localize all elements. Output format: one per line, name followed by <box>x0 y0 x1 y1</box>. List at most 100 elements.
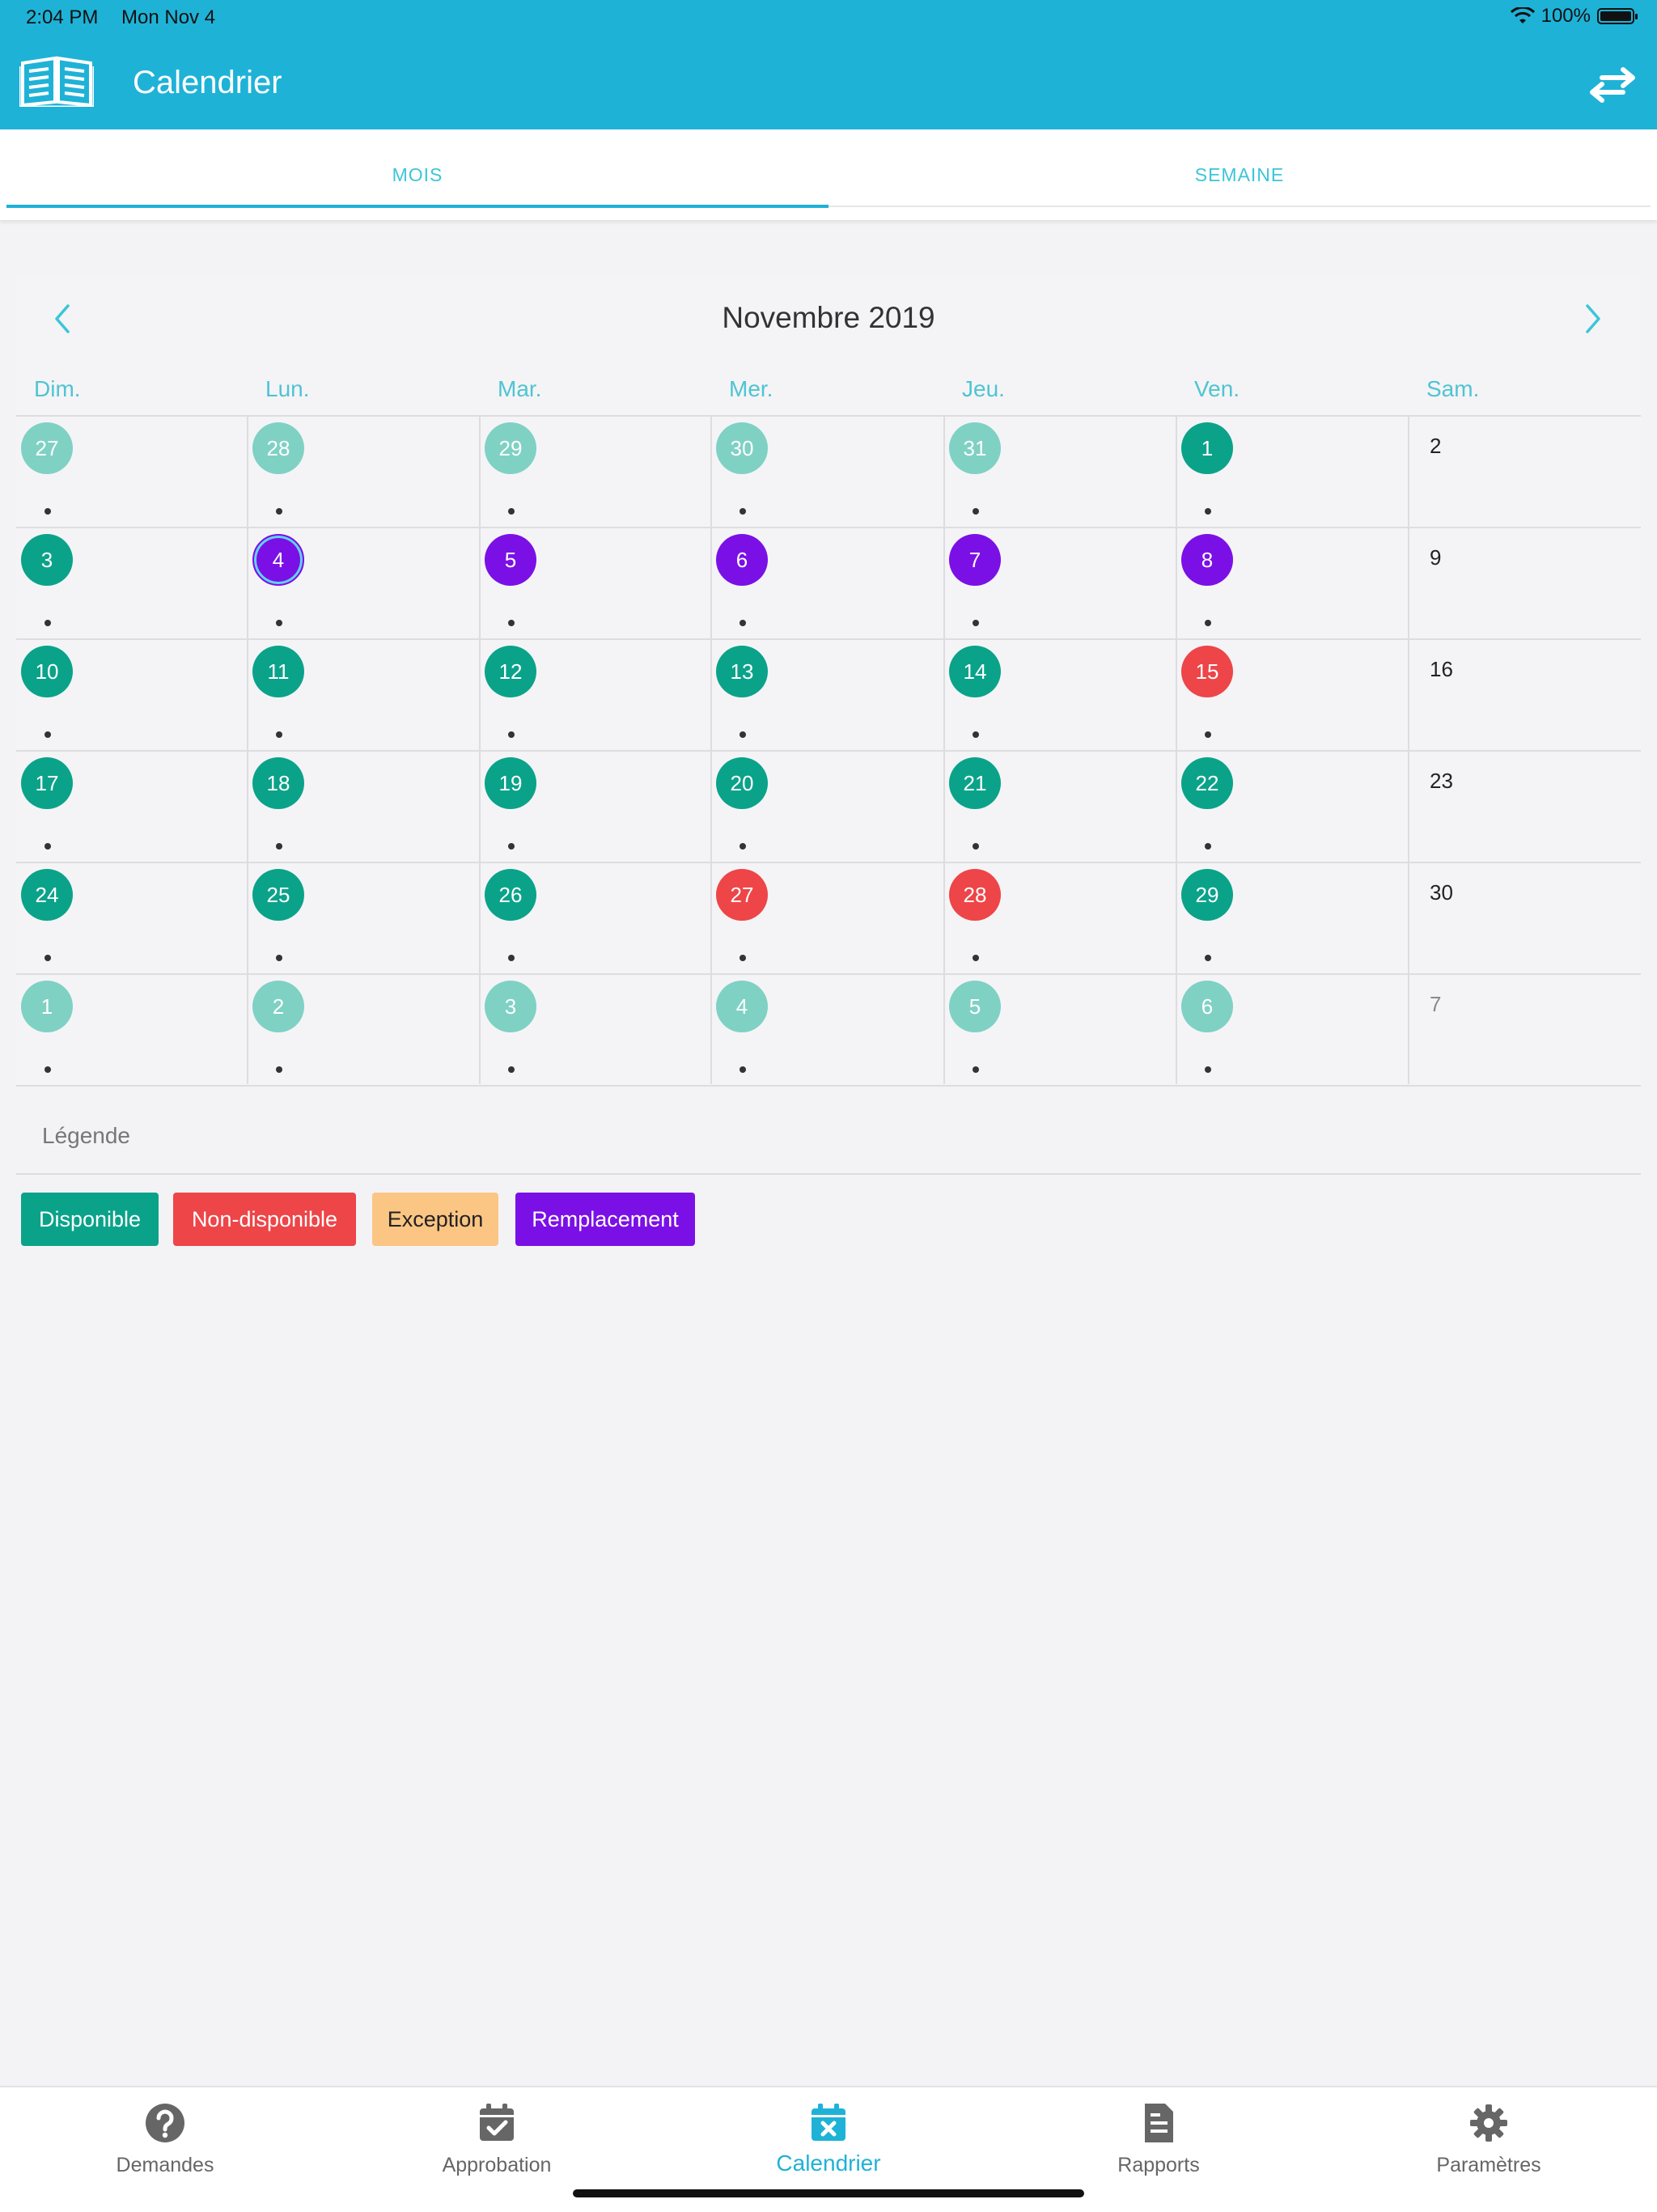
event-dot <box>44 508 51 515</box>
event-dot <box>276 620 282 626</box>
calendar-day-cell[interactable]: 4 <box>248 528 480 639</box>
weekday-label: Ven. <box>1194 376 1240 401</box>
calendar-day-cell[interactable]: 9 <box>1409 528 1641 639</box>
calendar-day-cell[interactable]: 31 <box>944 416 1176 528</box>
tabbar-label-parametres: Paramètres <box>1436 2154 1541 2176</box>
day-number-badge: 7 <box>949 534 1001 586</box>
calendar-day-cell[interactable]: 28 <box>248 416 480 528</box>
calendar-day-cell[interactable]: 30 <box>711 416 943 528</box>
calendar-day-cell[interactable]: 15 <box>1176 639 1409 751</box>
weekday-label: Jeu. <box>962 376 1005 401</box>
day-number-badge: 22 <box>1181 757 1233 809</box>
calendar-day-cell[interactable]: 1 <box>1176 416 1409 528</box>
day-number-badge: 29 <box>485 422 536 474</box>
weekday-label: Sam. <box>1426 376 1480 401</box>
day-number-badge: 20 <box>716 757 768 809</box>
day-number-badge: 27 <box>21 422 73 474</box>
day-number-badge: 29 <box>1181 869 1233 921</box>
event-dot <box>1205 731 1211 738</box>
calendar-day-cell[interactable]: 3 <box>480 974 712 1086</box>
calendar-day-cell[interactable]: 26 <box>480 862 712 974</box>
next-month-chevron-icon[interactable] <box>1578 301 1610 337</box>
calendar-day-cell[interactable]: 16 <box>1409 639 1641 751</box>
event-dot <box>44 620 51 626</box>
calendar-day-cell[interactable]: 24 <box>16 862 248 974</box>
calendar-day-cell[interactable]: 29 <box>480 416 712 528</box>
event-dot <box>1205 843 1211 850</box>
calendar-day-cell[interactable]: 2 <box>248 974 480 1086</box>
calendar-day-cell[interactable]: 30 <box>1409 862 1641 974</box>
calendar-day-cell[interactable]: 13 <box>711 639 943 751</box>
calendar-day-cell[interactable]: 8 <box>1176 528 1409 639</box>
tabbar-rapports[interactable]: Rapports <box>1037 2102 1280 2191</box>
calendar-x-icon <box>812 2104 845 2141</box>
calendar-day-cell[interactable]: 17 <box>16 751 248 862</box>
calendar-day-cell[interactable]: 27 <box>711 862 943 974</box>
calendar-day-cell[interactable]: 29 <box>1176 862 1409 974</box>
tabbar-parametres[interactable]: Paramètres <box>1367 2102 1610 2191</box>
day-number-badge: 10 <box>21 646 73 697</box>
day-number-badge: 26 <box>485 869 536 921</box>
event-dot <box>740 1066 746 1073</box>
day-number: 30 <box>1430 880 1453 905</box>
tabbar-demandes[interactable]: Demandes <box>44 2102 286 2191</box>
calendar-day-cell[interactable]: 27 <box>16 416 248 528</box>
calendar-day-cell[interactable]: 21 <box>944 751 1176 862</box>
calendar-day-cell[interactable]: 7 <box>944 528 1176 639</box>
legend-non-disponible: Non-disponible <box>173 1193 356 1246</box>
calendar-day-cell[interactable]: 11 <box>248 639 480 751</box>
wifi-icon <box>1510 7 1535 23</box>
calendar-day-cell[interactable]: 25 <box>248 862 480 974</box>
view-tabs: MOIS SEMAINE <box>0 129 1657 220</box>
event-dot <box>276 508 282 515</box>
event-dot <box>1205 955 1211 961</box>
calendar-day-cell[interactable]: 3 <box>16 528 248 639</box>
calendar-day-cell[interactable]: 19 <box>480 751 712 862</box>
swap-arrows-icon[interactable] <box>1589 66 1636 104</box>
calendar-day-cell[interactable]: 18 <box>248 751 480 862</box>
tabbar-calendrier[interactable]: Calendrier <box>707 2102 950 2191</box>
event-dot <box>740 843 746 850</box>
calendar-day-cell[interactable]: 20 <box>711 751 943 862</box>
calendar-day-cell[interactable]: 28 <box>944 862 1176 974</box>
weekday-label: Dim. <box>34 376 81 401</box>
event-dot <box>1205 508 1211 515</box>
day-number-badge: 3 <box>485 981 536 1032</box>
calendar-day-cell[interactable]: 23 <box>1409 751 1641 862</box>
tabbar-approbation[interactable]: Approbation <box>375 2102 618 2191</box>
event-dot <box>44 843 51 850</box>
calendar-day-cell[interactable]: 22 <box>1176 751 1409 862</box>
calendar-day-cell[interactable]: 12 <box>480 639 712 751</box>
calendar-day-cell[interactable]: 5 <box>944 974 1176 1086</box>
day-number-badge: 17 <box>21 757 73 809</box>
gear-icon <box>1470 2104 1507 2142</box>
event-dot <box>973 843 979 850</box>
calendar-day-cell[interactable]: 7 <box>1409 974 1641 1086</box>
event-dot <box>740 508 746 515</box>
event-dot <box>973 731 979 738</box>
day-number-badge: 19 <box>485 757 536 809</box>
calendar-day-cell[interactable]: 6 <box>711 528 943 639</box>
event-dot <box>44 1066 51 1073</box>
calendar-day-cell[interactable]: 2 <box>1409 416 1641 528</box>
tab-track <box>828 206 1651 207</box>
calendar-day-cell[interactable]: 5 <box>480 528 712 639</box>
event-dot <box>973 620 979 626</box>
event-dot <box>973 508 979 515</box>
page-title: Calendrier <box>133 65 282 100</box>
event-dot <box>276 1066 282 1073</box>
event-dot <box>740 955 746 961</box>
event-dot <box>508 1066 515 1073</box>
calendar-day-cell[interactable]: 4 <box>711 974 943 1086</box>
calendar-day-cell[interactable]: 10 <box>16 639 248 751</box>
day-number: 2 <box>1430 434 1442 458</box>
day-number-badge: 11 <box>252 646 304 697</box>
calendar-day-cell[interactable]: 6 <box>1176 974 1409 1086</box>
day-number-badge: 18 <box>252 757 304 809</box>
day-number-badge: 28 <box>252 422 304 474</box>
day-number-badge: 12 <box>485 646 536 697</box>
calendar-day-cell[interactable]: 1 <box>16 974 248 1086</box>
day-number-badge: 5 <box>485 534 536 586</box>
calendar-day-cell[interactable]: 14 <box>944 639 1176 751</box>
day-number-badge: 5 <box>949 981 1001 1032</box>
